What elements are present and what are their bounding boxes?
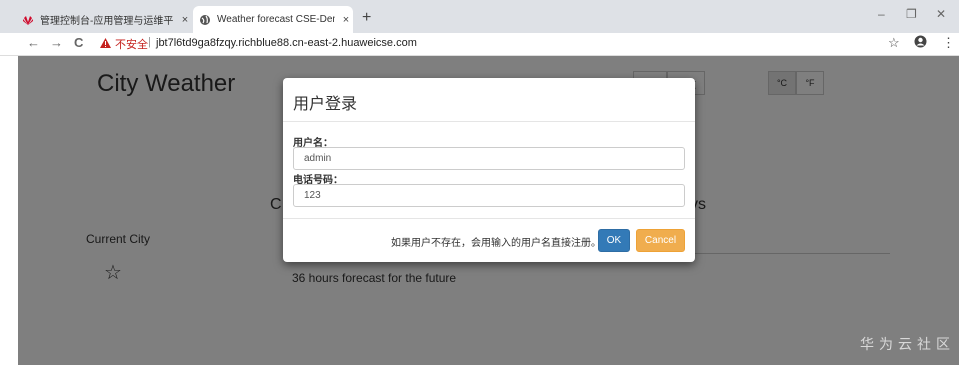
tab-management-console[interactable]: 管理控制台-应用管理与运维平台 × [22,6,192,33]
back-icon[interactable]: ← [27,35,40,50]
login-modal: 用户登录 用户名： 电话号码： 如果用户不存在，会用输入的用户名直接注册。 OK… [283,78,695,262]
register-hint: 如果用户不存在，会用输入的用户名直接注册。 [391,238,601,249]
security-label: 不安全 [115,39,148,51]
globe-icon [199,14,211,26]
security-warning[interactable]: 不安全 [100,36,148,52]
restore-icon[interactable]: ❐ [906,7,917,21]
close-window-icon[interactable]: ✕ [936,7,946,21]
tab-title: 管理控制台-应用管理与运维平台 [40,16,174,27]
tab-weather-forecast[interactable]: Weather forecast CSE-Demo × [193,6,353,33]
modal-footer-divider [283,218,695,219]
forward-icon[interactable]: → [50,35,63,50]
minimize-icon[interactable]: – [878,7,885,21]
tab-close-icon[interactable]: × [178,14,192,26]
reload-icon[interactable]: C [74,35,83,50]
phone-input[interactable] [293,184,685,207]
watermark: 华为云社区 [860,336,955,352]
ok-button[interactable]: OK [598,229,630,252]
tab-title: Weather forecast CSE-Demo [217,14,335,25]
username-input[interactable] [293,147,685,170]
modal-title: 用户登录 [293,96,358,113]
cancel-button[interactable]: Cancel [636,229,685,252]
new-tab-button[interactable]: + [362,9,371,27]
warning-triangle-icon [100,37,111,51]
tab-close-icon[interactable]: × [339,14,353,26]
menu-icon[interactable]: ⋮ [942,35,955,51]
account-icon[interactable] [914,35,927,51]
bookmark-star-icon[interactable]: ☆ [888,35,900,51]
address-bar[interactable]: jbt7l6td9ga8fzqy.richblue88.cn-east-2.hu… [156,37,417,49]
url-separator: | [148,36,151,48]
huawei-logo-icon [22,14,34,26]
